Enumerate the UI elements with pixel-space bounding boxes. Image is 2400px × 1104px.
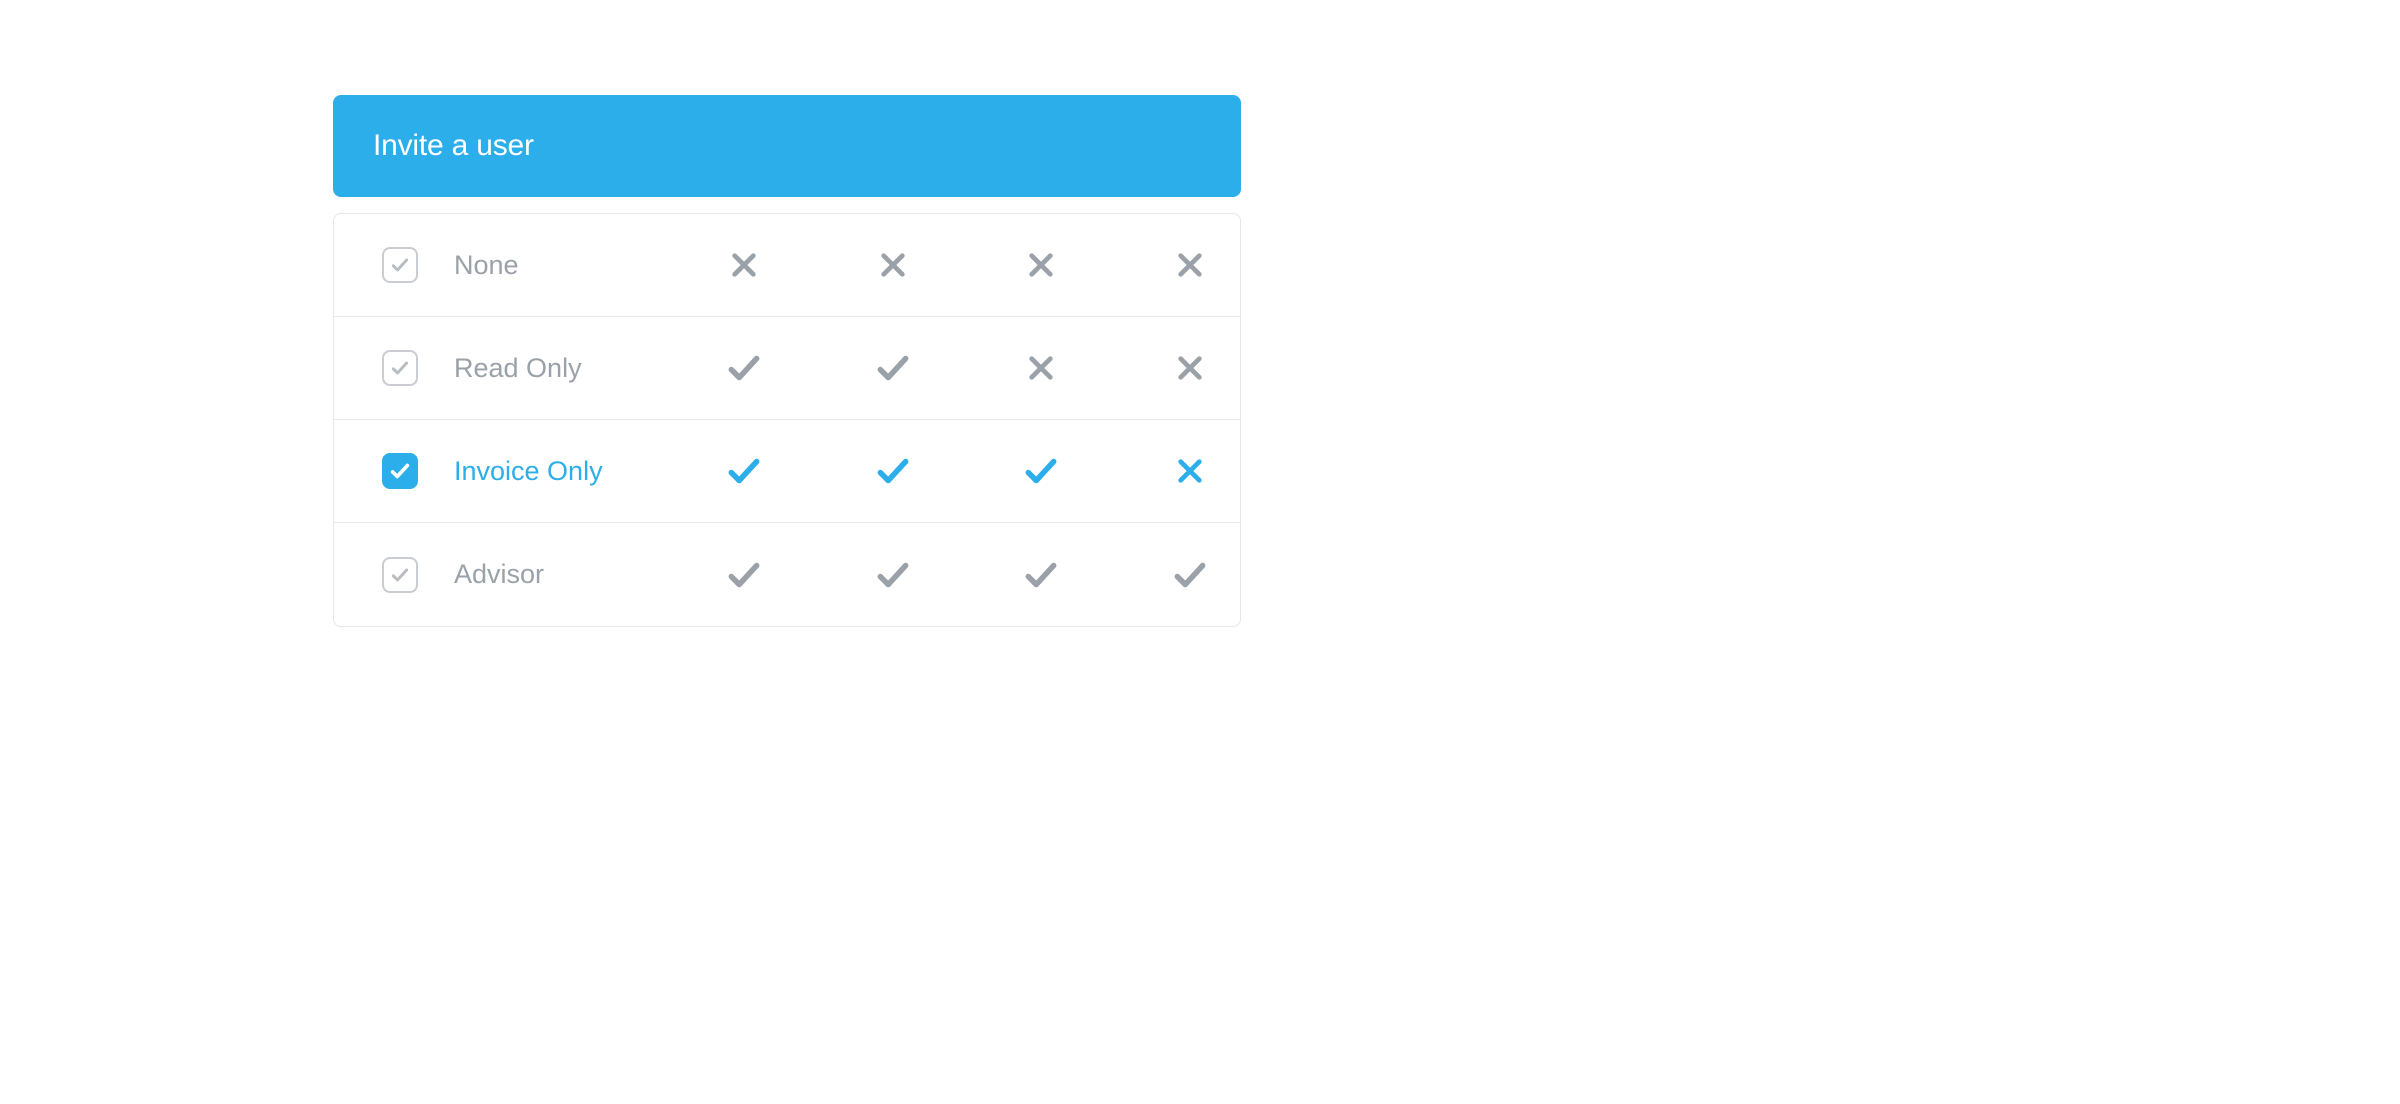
permission-2 <box>873 555 913 595</box>
checkbox-advisor[interactable] <box>382 557 418 593</box>
check-icon <box>874 349 912 387</box>
permission-1 <box>724 555 764 595</box>
role-row-read-only[interactable]: Read Only <box>334 317 1240 420</box>
permission-2 <box>873 451 913 491</box>
role-row-advisor[interactable]: Advisor <box>334 523 1240 626</box>
cross-icon <box>728 249 760 281</box>
cross-icon <box>1174 455 1206 487</box>
permission-4 <box>1170 555 1210 595</box>
permission-2 <box>873 348 913 388</box>
header-bar: Invite a user <box>333 95 1241 197</box>
cross-icon <box>1025 249 1057 281</box>
permission-3 <box>1021 555 1061 595</box>
check-icon <box>725 452 763 490</box>
invite-user-widget: Invite a user None Read Only <box>333 95 1241 627</box>
check-icon <box>1022 452 1060 490</box>
permission-3 <box>1021 245 1061 285</box>
cross-icon <box>1025 352 1057 384</box>
cross-icon <box>1174 352 1206 384</box>
cross-icon <box>1174 249 1206 281</box>
permission-4 <box>1170 348 1210 388</box>
role-label: None <box>454 250 714 281</box>
check-icon <box>725 349 763 387</box>
permission-cells <box>714 348 1210 388</box>
check-icon <box>390 255 410 275</box>
checkbox-invoice-only[interactable] <box>382 453 418 489</box>
permission-cells <box>714 555 1210 595</box>
permission-4 <box>1170 451 1210 491</box>
cross-icon <box>877 249 909 281</box>
role-panel: None Read Only <box>333 213 1241 627</box>
permission-1 <box>724 245 764 285</box>
role-row-invoice-only[interactable]: Invoice Only <box>334 420 1240 523</box>
permission-1 <box>724 348 764 388</box>
header-title: Invite a user <box>373 129 534 163</box>
check-icon <box>725 556 763 594</box>
permission-1 <box>724 451 764 491</box>
check-icon <box>390 565 410 585</box>
role-label: Advisor <box>454 559 714 590</box>
checkbox-read-only[interactable] <box>382 350 418 386</box>
role-row-none[interactable]: None <box>334 214 1240 317</box>
check-icon <box>389 460 411 482</box>
check-icon <box>1171 556 1209 594</box>
check-icon <box>874 452 912 490</box>
permission-cells <box>714 451 1210 491</box>
check-icon <box>874 556 912 594</box>
permission-cells <box>714 245 1210 285</box>
permission-3 <box>1021 348 1061 388</box>
check-icon <box>390 358 410 378</box>
check-icon <box>1022 556 1060 594</box>
checkbox-none[interactable] <box>382 247 418 283</box>
permission-2 <box>873 245 913 285</box>
role-label: Invoice Only <box>454 456 714 487</box>
role-label: Read Only <box>454 353 714 384</box>
permission-4 <box>1170 245 1210 285</box>
permission-3 <box>1021 451 1061 491</box>
